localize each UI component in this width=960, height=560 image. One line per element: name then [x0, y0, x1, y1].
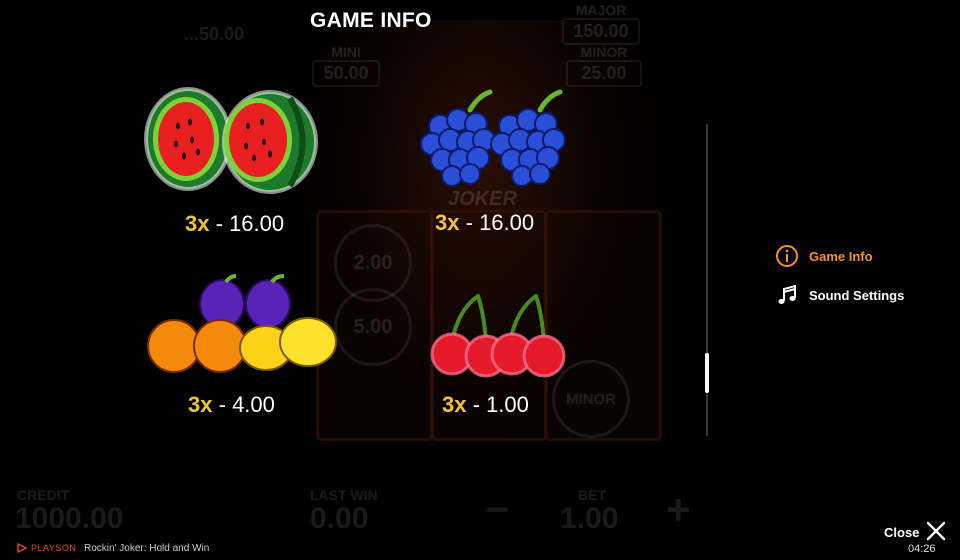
watermelon-icon: [144, 87, 318, 194]
payout-value: 4.00: [232, 392, 275, 417]
payout-multiplier: 3x: [185, 211, 210, 236]
mixed-fruit-symbol: [144, 274, 340, 384]
payout-multiplier: 3x: [435, 210, 460, 235]
bg-bet-value: 1.00: [560, 502, 619, 535]
grapes-icon: [420, 89, 566, 187]
payout-multiplier: 3x: [188, 392, 213, 417]
bg-major-jackpot: MAJOR 150.00: [562, 2, 640, 45]
watermelon-payout: 3x - 16.00: [185, 211, 284, 237]
orange-lemon-plum-icon: [147, 274, 337, 373]
bg-mini-jackpot: MINI 50.00: [312, 44, 380, 87]
payout-separator: -: [215, 211, 223, 236]
bg-minor-value: 25.00: [566, 60, 642, 87]
bg-minor-jackpot: MINOR 25.00: [566, 44, 642, 87]
playson-play-icon: [17, 543, 27, 553]
playson-logo: PLAYSON: [17, 543, 76, 553]
music-note-icon: [775, 283, 799, 307]
close-icon: [926, 521, 946, 544]
close-button[interactable]: Close: [884, 521, 946, 544]
bg-grand-jackpot: ...50.00: [184, 24, 245, 44]
payout-value: 16.00: [479, 210, 535, 235]
info-icon: [775, 244, 799, 268]
payout-separator: -: [472, 392, 480, 417]
scrollbar-track[interactable]: [705, 124, 709, 436]
bg-major-value: 150.00: [562, 18, 640, 45]
game-info-title: GAME INFO: [310, 9, 432, 32]
menu-item-label: Sound Settings: [809, 287, 905, 303]
grapes-payout: 3x - 16.00: [435, 210, 534, 236]
bg-mini-label: MINI: [331, 44, 361, 60]
cherries-icon: [430, 294, 566, 378]
bg-bet-label: BET: [578, 487, 606, 503]
bg-major-label: MAJOR: [575, 2, 627, 18]
payout-separator: -: [218, 392, 226, 417]
bg-coin-2: 5.00: [334, 288, 412, 366]
cherries-symbol: [428, 290, 578, 387]
bg-last-win-label: LAST WIN: [310, 487, 378, 503]
close-label: Close: [884, 525, 920, 540]
payout-value: 16.00: [229, 211, 285, 236]
watermelon-symbol: [140, 84, 325, 204]
menu-item-label: Game Info: [809, 248, 873, 264]
bg-minor-label: MINOR: [580, 44, 628, 60]
payout-multiplier: 3x: [442, 392, 467, 417]
bg-credit-value: 1000.00: [15, 502, 124, 535]
bg-bet-plus: +: [666, 486, 691, 533]
cherries-payout: 3x - 1.00: [442, 392, 529, 418]
bg-mini-value: 50.00: [312, 60, 380, 87]
payout-value: 1.00: [486, 392, 529, 417]
mixed-fruit-payout: 3x - 4.00: [188, 392, 275, 418]
scrollbar-thumb[interactable]: [705, 353, 709, 393]
menu-item-sound-settings[interactable]: Sound Settings: [775, 283, 904, 307]
bg-last-win-value: 0.00: [310, 502, 369, 535]
payout-separator: -: [465, 210, 473, 235]
bg-credit-label: CREDIT: [17, 487, 70, 503]
clock-time: 04:26: [908, 543, 936, 555]
grapes-symbol: [418, 88, 588, 193]
bg-bet-minus: −: [486, 488, 510, 532]
game-name: Rockin' Joker: Hold and Win: [84, 543, 210, 554]
brand-name: PLAYSON: [31, 543, 77, 553]
menu-item-game-info[interactable]: Game Info: [775, 244, 873, 268]
